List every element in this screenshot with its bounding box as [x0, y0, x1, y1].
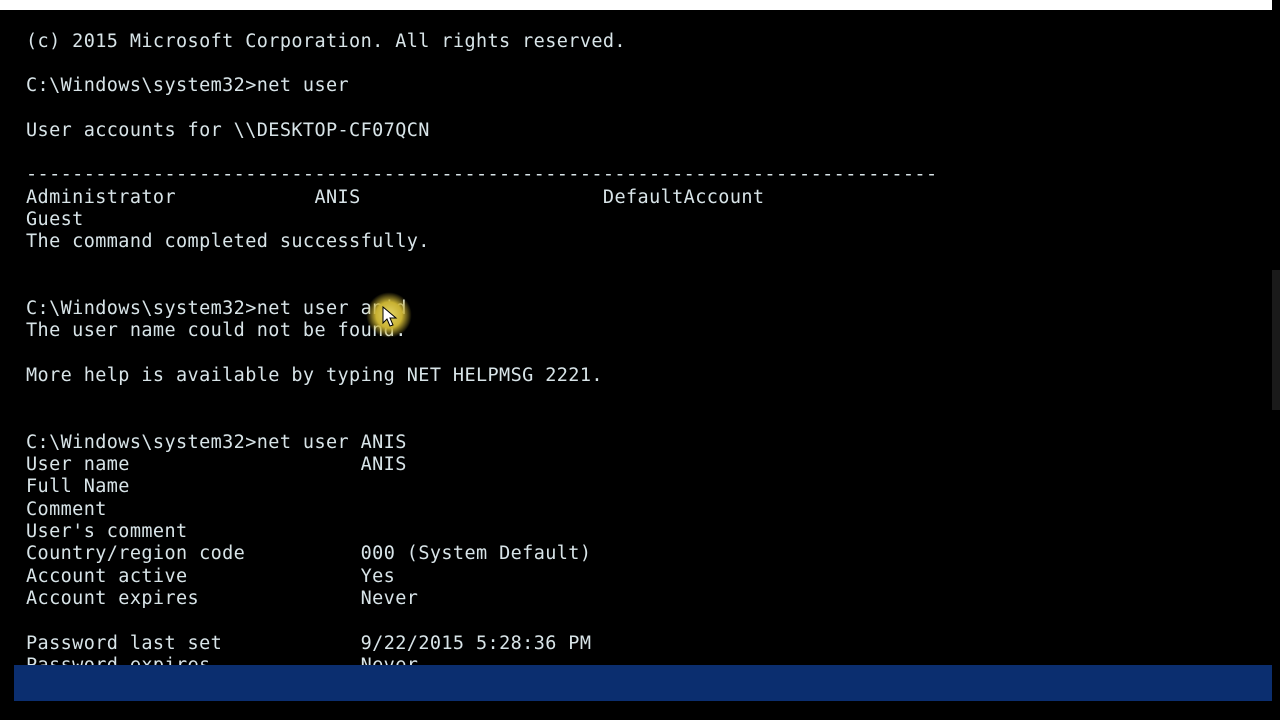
field-full-name-label: Full Name — [26, 476, 130, 497]
user-col-administrator: Administrator — [26, 187, 176, 208]
field-expires-value: Never — [361, 588, 419, 609]
user-col-anis: ANIS — [314, 187, 360, 208]
command-net-user: net user — [257, 75, 349, 96]
user-col-guest: Guest — [26, 209, 84, 230]
prompt: C:\Windows\system32> — [26, 298, 257, 319]
command-net-user-anis: net user ANIS — [257, 432, 407, 453]
field-country-label: Country/region code — [26, 543, 245, 564]
error-not-found: The user name could not be found. — [26, 320, 407, 341]
field-pw-set-value: 9/22/2015 5:28:36 PM — [361, 633, 592, 654]
field-comment-label: Comment — [26, 499, 107, 520]
prompt: C:\Windows\system32> — [26, 432, 257, 453]
copyright-line: (c) 2015 Microsoft Corporation. All righ… — [26, 31, 626, 52]
command-success: The command completed successfully. — [26, 231, 430, 252]
prompt: C:\Windows\system32> — [26, 75, 257, 96]
terminal-output[interactable]: (c) 2015 Microsoft Corporation. All righ… — [26, 31, 1254, 678]
field-country-value: 000 (System Default) — [361, 543, 592, 564]
user-accounts-header: User accounts for \\DESKTOP-CF07QCN — [26, 120, 430, 141]
field-active-label: Account active — [26, 566, 188, 587]
command-net-user-anid: net user anid — [257, 298, 407, 319]
field-active-value: Yes — [361, 566, 396, 587]
field-expires-label: Account expires — [26, 588, 199, 609]
user-col-defaultaccount: DefaultAccount — [603, 187, 765, 208]
field-user-comment-label: User's comment — [26, 521, 188, 542]
error-help-msg: More help is available by typing NET HEL… — [26, 365, 603, 386]
terminal-viewport[interactable]: (c) 2015 Microsoft Corporation. All righ… — [26, 12, 1254, 662]
window-border-bottom — [14, 665, 1272, 701]
scrollbar-track[interactable] — [1272, 10, 1280, 715]
window-top-strip — [0, 0, 1272, 10]
field-pw-set-label: Password last set — [26, 633, 222, 654]
field-user-name-label: User name — [26, 454, 130, 475]
field-user-name-value: ANIS — [361, 454, 407, 475]
separator-line: ----------------------------------------… — [26, 164, 938, 185]
scrollbar-thumb[interactable] — [1272, 270, 1280, 410]
screen: (c) 2015 Microsoft Corporation. All righ… — [0, 0, 1280, 720]
